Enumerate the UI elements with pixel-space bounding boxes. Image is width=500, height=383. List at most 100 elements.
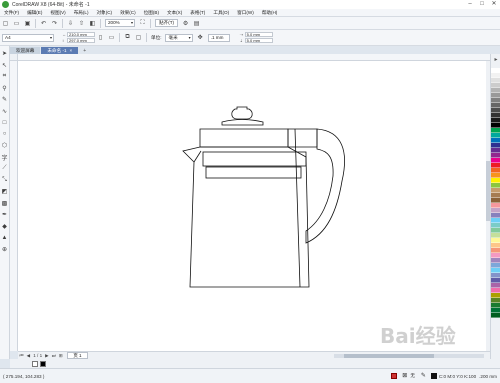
- menu-edit[interactable]: 编辑(E): [23, 10, 46, 16]
- palette-menu-icon[interactable]: ▸: [492, 56, 500, 65]
- horizontal-scroll-thumb[interactable]: [344, 353, 434, 358]
- ellipse-tool-icon[interactable]: ○: [1, 129, 9, 141]
- ruler-origin[interactable]: [10, 54, 18, 61]
- page-height-field[interactable]: 297.0 mm: [67, 38, 95, 43]
- drop-shadow-icon[interactable]: ◩: [1, 186, 9, 198]
- export-icon[interactable]: ⇧: [77, 19, 86, 28]
- tab-untitled-1[interactable]: 未命名 -1 ×: [41, 47, 79, 54]
- tab-label: 欢迎屏幕: [16, 48, 35, 53]
- menu-file[interactable]: 文件(F): [0, 10, 23, 16]
- current-page-icon[interactable]: ▢: [134, 33, 143, 42]
- freehand-tool-icon[interactable]: ✎: [1, 94, 9, 106]
- kettle-handle: [305, 128, 345, 244]
- menu-bitmaps[interactable]: 位图(B): [140, 10, 163, 16]
- separator: [146, 33, 147, 42]
- full-screen-icon[interactable]: ⛶: [138, 19, 147, 28]
- all-pages-icon[interactable]: ⧉: [123, 33, 132, 42]
- nudge-distance-field[interactable]: .1 mm: [207, 33, 230, 42]
- import-icon[interactable]: ⇩: [66, 19, 75, 28]
- menu-tools[interactable]: 工具(O): [209, 10, 233, 16]
- outline-color-info: C:0 M:0 Y:0 K:100: [438, 373, 477, 379]
- tab-welcome[interactable]: 欢迎屏幕: [10, 47, 41, 54]
- redo-icon[interactable]: ↷: [50, 19, 59, 28]
- crop-tool-icon[interactable]: ⌗: [1, 71, 9, 83]
- text-tool-icon[interactable]: 字: [1, 152, 9, 164]
- menu-effects[interactable]: 效果(C): [116, 10, 140, 16]
- publish-pdf-icon[interactable]: ◧: [88, 19, 97, 28]
- palette-swatch[interactable]: [491, 313, 500, 318]
- page-dimensions: ↔ 210.0 mm ↕ 297.0 mm: [62, 32, 95, 44]
- close-tab-icon[interactable]: ×: [70, 48, 73, 53]
- page-width-field[interactable]: 210.0 mm: [67, 32, 95, 37]
- horizontal-scrollbar[interactable]: [334, 353, 484, 358]
- undo-icon[interactable]: ↶: [39, 19, 48, 28]
- first-page-icon[interactable]: ⏮: [18, 353, 25, 358]
- fill-icon[interactable]: [391, 373, 398, 379]
- parallel-dimension-icon[interactable]: ⟋: [1, 163, 9, 175]
- shape-tool-icon[interactable]: ↖: [1, 60, 9, 72]
- kettle-top-block: [199, 128, 289, 148]
- smart-fill-icon[interactable]: ▲: [1, 232, 9, 244]
- document-swatch-white[interactable]: [32, 360, 38, 367]
- page-navigator: ⏮ ◀ 1 / 1 ▶ ⏭ ⊞ 页 1: [18, 351, 490, 359]
- connector-tool-icon[interactable]: ⤡: [1, 175, 9, 187]
- pick-tool-icon[interactable]: ➤: [1, 48, 9, 60]
- document-palette: [10, 359, 500, 368]
- units-select[interactable]: 毫米: [165, 33, 193, 42]
- menu-object[interactable]: 对象(C): [93, 10, 117, 16]
- last-page-icon[interactable]: ⏭: [50, 353, 57, 358]
- close-icon[interactable]: ✕: [488, 0, 500, 9]
- horizontal-ruler[interactable]: [18, 54, 490, 61]
- duplicate-y-field[interactable]: 5.0 mm: [244, 38, 273, 43]
- document-tabs: 欢迎屏幕 未命名 -1 × +: [10, 46, 490, 54]
- standard-toolbar: ▢ ▭ ▣ ↶ ↷ ⇩ ⇧ ◧ 200% ⛶ 贴齐(T) ⚙ ▤: [0, 17, 500, 30]
- drawing-canvas[interactable]: [18, 61, 486, 351]
- palette-swatches: [491, 68, 500, 318]
- maximize-icon[interactable]: □: [476, 0, 488, 9]
- polygon-tool-icon[interactable]: ⬡: [1, 140, 9, 152]
- document-swatch-black[interactable]: [40, 360, 46, 367]
- portrait-icon[interactable]: ▯: [96, 33, 105, 42]
- separator: [35, 18, 36, 28]
- save-icon[interactable]: ▣: [23, 19, 32, 28]
- vertical-ruler[interactable]: [10, 61, 18, 351]
- menu-help[interactable]: 帮助(H): [258, 10, 282, 16]
- separator: [100, 18, 101, 28]
- menu-window[interactable]: 窗口(W): [233, 10, 258, 16]
- duplicate-distance: ⇢ 5.0 mm ⇣ 5.0 mm: [240, 32, 273, 44]
- kettle-lid: [221, 119, 264, 126]
- snap-to-dropdown[interactable]: 贴齐(T): [155, 19, 179, 27]
- artistic-media-icon[interactable]: ∿: [1, 106, 9, 118]
- add-page-icon[interactable]: ⊞: [57, 353, 64, 359]
- interactive-fill-icon[interactable]: ◆: [1, 221, 9, 233]
- separator: [150, 18, 151, 28]
- menu-view[interactable]: 视图(V): [46, 10, 69, 16]
- page-tab[interactable]: 页 1: [67, 352, 88, 359]
- launch-icon[interactable]: ▤: [192, 19, 201, 28]
- open-icon[interactable]: ▭: [12, 19, 21, 28]
- rectangle-tool-icon[interactable]: □: [1, 117, 9, 129]
- cursor-coordinates: ( 275.194, 104.283 ): [3, 373, 45, 379]
- add-tool-icon[interactable]: ⊕: [1, 244, 9, 256]
- menu-table[interactable]: 表格(T): [186, 10, 209, 16]
- page-size-select[interactable]: A4: [2, 33, 54, 42]
- duplicate-x-field[interactable]: 5.0 mm: [244, 32, 273, 37]
- menu-layout[interactable]: 布局(L): [70, 10, 93, 16]
- outline-pen-icon[interactable]: ✎: [420, 373, 427, 380]
- kettle-top-right-block: [287, 128, 318, 148]
- minimize-icon[interactable]: –: [464, 0, 476, 9]
- menu-text[interactable]: 文本(X): [163, 10, 186, 16]
- zoom-select[interactable]: 200%: [105, 19, 135, 27]
- settings-icon[interactable]: ⚙: [181, 19, 190, 28]
- outline-color-swatch[interactable]: [430, 373, 437, 379]
- eyedropper-icon[interactable]: ✒: [1, 209, 9, 221]
- landscape-icon[interactable]: ▭: [107, 33, 116, 42]
- property-bar: A4 ↔210.0 mm ↕297.0 mm ▯ ▭ ⧉ ▢ 单位: 毫米 ✥ …: [0, 30, 500, 46]
- title-bar: CorelDRAW X8 (64-Bit) - 未命名 -1 – □ ✕: [0, 0, 500, 9]
- zoom-tool-icon[interactable]: ⚲: [1, 83, 9, 95]
- transparency-icon[interactable]: ▩: [1, 198, 9, 210]
- toolbox: ➤ ↖ ⌗ ⚲ ✎ ∿ □ ○ ⬡ 字 ⟋ ⤡ ◩ ▩ ✒ ◆ ▲ ⊕: [0, 46, 10, 359]
- kettle-spout-inner: [193, 150, 202, 163]
- new-icon[interactable]: ▢: [1, 19, 10, 28]
- coreldraw-logo-icon: [2, 1, 9, 8]
